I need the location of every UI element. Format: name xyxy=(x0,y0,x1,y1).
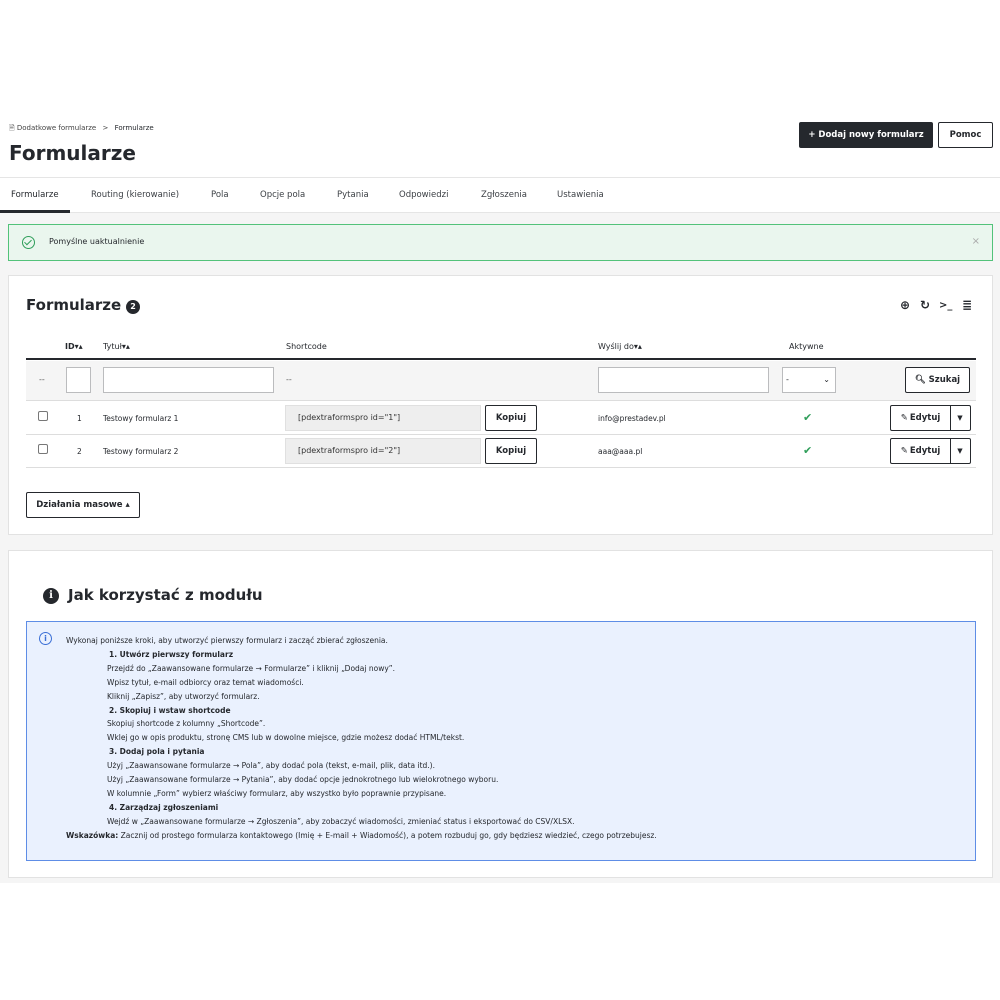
step-line: Użyj „Zaawansowane formularze → Pytania”… xyxy=(107,775,499,785)
row-id: 1 xyxy=(77,414,82,423)
help-button[interactable]: Pomoc xyxy=(938,122,993,148)
column-id[interactable]: ID▾▴ xyxy=(65,342,83,351)
filter-send-to-input[interactable] xyxy=(598,367,769,393)
check-icon: ✔ xyxy=(803,444,813,457)
step-line: Przejdź do „Zaawansowane formularze → Fo… xyxy=(107,663,396,673)
row-send-to: aaa@aaa.pl xyxy=(598,447,643,456)
edit-button-group: ✎ Edytuj ▼ xyxy=(890,438,971,464)
column-send-to[interactable]: Wyślij do▾▴ xyxy=(598,342,642,351)
tab-pytania[interactable]: Pytania xyxy=(337,178,369,213)
page: 🗎 Dodatkowe formularze > Formularze Form… xyxy=(0,110,1000,883)
help-card: i Jak korzystać z modułu i Wykonaj poniż… xyxy=(8,550,993,878)
column-shortcode: Shortcode xyxy=(286,342,327,351)
table-row: 2 Testowy formularz 2 [pdextraformspro i… xyxy=(26,435,976,468)
check-circle-icon xyxy=(22,236,35,249)
row-title: Testowy formularz 1 xyxy=(103,414,179,423)
help-intro: Wykonaj poniższe kroki, aby utworzyć pie… xyxy=(66,636,388,645)
tab-ustawienia[interactable]: Ustawienia xyxy=(557,178,604,213)
step-line: Kliknij „Zapisz”, aby utworzyć formularz… xyxy=(107,691,260,701)
chevron-down-icon: ⌄ xyxy=(823,375,830,384)
row-checkbox[interactable] xyxy=(38,411,48,421)
database-icon[interactable]: ≣ xyxy=(962,298,972,312)
caret-down-icon[interactable]: ▼ xyxy=(950,439,970,463)
refresh-icon[interactable]: ↻ xyxy=(920,298,930,312)
count-badge: 2 xyxy=(126,300,140,314)
edit-button[interactable]: ✎ Edytuj xyxy=(891,439,951,463)
tab-opcje-pola[interactable]: Opcje pola xyxy=(260,178,305,213)
list-title: Formularze xyxy=(26,296,122,314)
filter-shortcode-dash: -- xyxy=(286,375,292,384)
forms-list-card: Formularze 2 ⊕ ↻ >_ ≣ ID▾▴ Tytuł▾▴ Short… xyxy=(8,275,993,535)
check-icon: ✔ xyxy=(803,411,813,424)
page-header: 🗎 Dodatkowe formularze > Formularze Form… xyxy=(0,110,1000,177)
step-line: Wejdź w „Zaawansowane formularze → Zgłos… xyxy=(107,816,575,826)
step-line: W kolumnie „Form” wybierz właściwy formu… xyxy=(107,788,447,798)
step-title: 1. Utwórz pierwszy formularz xyxy=(109,649,234,659)
step-title: 4. Zarządzaj zgłoszeniami xyxy=(109,802,219,812)
shortcode-field[interactable]: [pdextraformspro id="1"] xyxy=(285,405,481,431)
column-active: Aktywne xyxy=(789,342,824,351)
search-icon: 🔍︎ xyxy=(914,375,926,385)
step-title: 2. Skopiuj i wstaw shortcode xyxy=(109,705,231,715)
sort-arrows-icon[interactable]: ▾▴ xyxy=(634,342,642,351)
filter-title-input[interactable] xyxy=(103,367,274,393)
add-form-button[interactable]: + Dodaj nowy formularz xyxy=(799,122,933,148)
pencil-icon: ✎ xyxy=(900,413,908,423)
filter-active-select[interactable]: - ⌄ xyxy=(782,367,836,393)
copy-button[interactable]: Kopiuj xyxy=(485,405,537,431)
sort-arrows-icon[interactable]: ▾▴ xyxy=(75,342,83,351)
breadcrumb-separator: > xyxy=(102,124,109,132)
filter-dash: -- xyxy=(39,375,45,384)
table-row: 1 Testowy formularz 1 [pdextraformspro i… xyxy=(26,402,976,435)
row-send-to: info@prestadev.pl xyxy=(598,414,666,423)
step-line: Użyj „Zaawansowane formularze → Pola”, a… xyxy=(107,761,435,771)
breadcrumb-parent[interactable]: Dodatkowe formularze xyxy=(17,124,96,132)
tab-bar: Formularze Routing (kierowanie) Pola Opc… xyxy=(0,177,1000,213)
tab-routing[interactable]: Routing (kierowanie) xyxy=(91,178,179,213)
add-circle-icon[interactable]: ⊕ xyxy=(900,298,910,312)
terminal-icon[interactable]: >_ xyxy=(939,300,952,311)
success-alert: Pomyślne uaktualnienie × xyxy=(8,224,993,261)
row-title: Testowy formularz 2 xyxy=(103,447,179,456)
edit-button[interactable]: ✎ Edytuj xyxy=(891,406,951,430)
filter-row: -- -- - ⌄ 🔍︎ Szukaj xyxy=(26,361,976,401)
sort-arrows-icon[interactable]: ▾▴ xyxy=(122,342,130,351)
help-tip: Wskazówka: Zacznij od prostego formularz… xyxy=(66,830,657,840)
file-icon: 🗎 xyxy=(9,124,15,132)
alert-message: Pomyślne uaktualnienie xyxy=(49,237,145,246)
help-text: Wykonaj poniższe kroki, aby utworzyć pie… xyxy=(66,634,657,843)
tab-zgloszenia[interactable]: Zgłoszenia xyxy=(481,178,527,213)
step-line: Skopiuj shortcode z kolumny „Shortcode”. xyxy=(107,719,266,729)
breadcrumb-current: Formularze xyxy=(114,124,154,132)
breadcrumb: 🗎 Dodatkowe formularze > Formularze xyxy=(9,124,154,135)
close-icon[interactable]: × xyxy=(972,236,980,247)
help-title: Jak korzystać z modułu xyxy=(68,586,263,604)
page-title: Formularze xyxy=(9,141,136,165)
shortcode-field[interactable]: [pdextraformspro id="2"] xyxy=(285,438,481,464)
search-button[interactable]: 🔍︎ Szukaj xyxy=(905,367,970,393)
column-title[interactable]: Tytuł▾▴ xyxy=(103,342,130,351)
step-line: Wpisz tytuł, e-mail odbiorcy oraz temat … xyxy=(107,677,304,687)
tab-odpowiedzi[interactable]: Odpowiedzi xyxy=(399,178,448,213)
row-id: 2 xyxy=(77,447,82,456)
edit-button-group: ✎ Edytuj ▼ xyxy=(890,405,971,431)
table-header: ID▾▴ Tytuł▾▴ Shortcode Wyślij do▾▴ Aktyw… xyxy=(26,336,976,360)
bulk-actions-button[interactable]: Działania masowe ▴ xyxy=(26,492,140,518)
info-box: i Wykonaj poniższe kroki, aby utworzyć p… xyxy=(26,621,976,861)
info-icon: i xyxy=(39,632,52,645)
tab-pola[interactable]: Pola xyxy=(211,178,229,213)
tab-formularze[interactable]: Formularze xyxy=(0,178,70,213)
step-line: Wklej go w opis produktu, stronę CMS lub… xyxy=(107,733,465,743)
pencil-icon: ✎ xyxy=(900,446,908,456)
caret-down-icon[interactable]: ▼ xyxy=(950,406,970,430)
row-checkbox[interactable] xyxy=(38,444,48,454)
copy-button[interactable]: Kopiuj xyxy=(485,438,537,464)
step-title: 3. Dodaj pola i pytania xyxy=(109,747,205,757)
filter-id-input[interactable] xyxy=(66,367,91,393)
info-icon: i xyxy=(43,588,59,604)
